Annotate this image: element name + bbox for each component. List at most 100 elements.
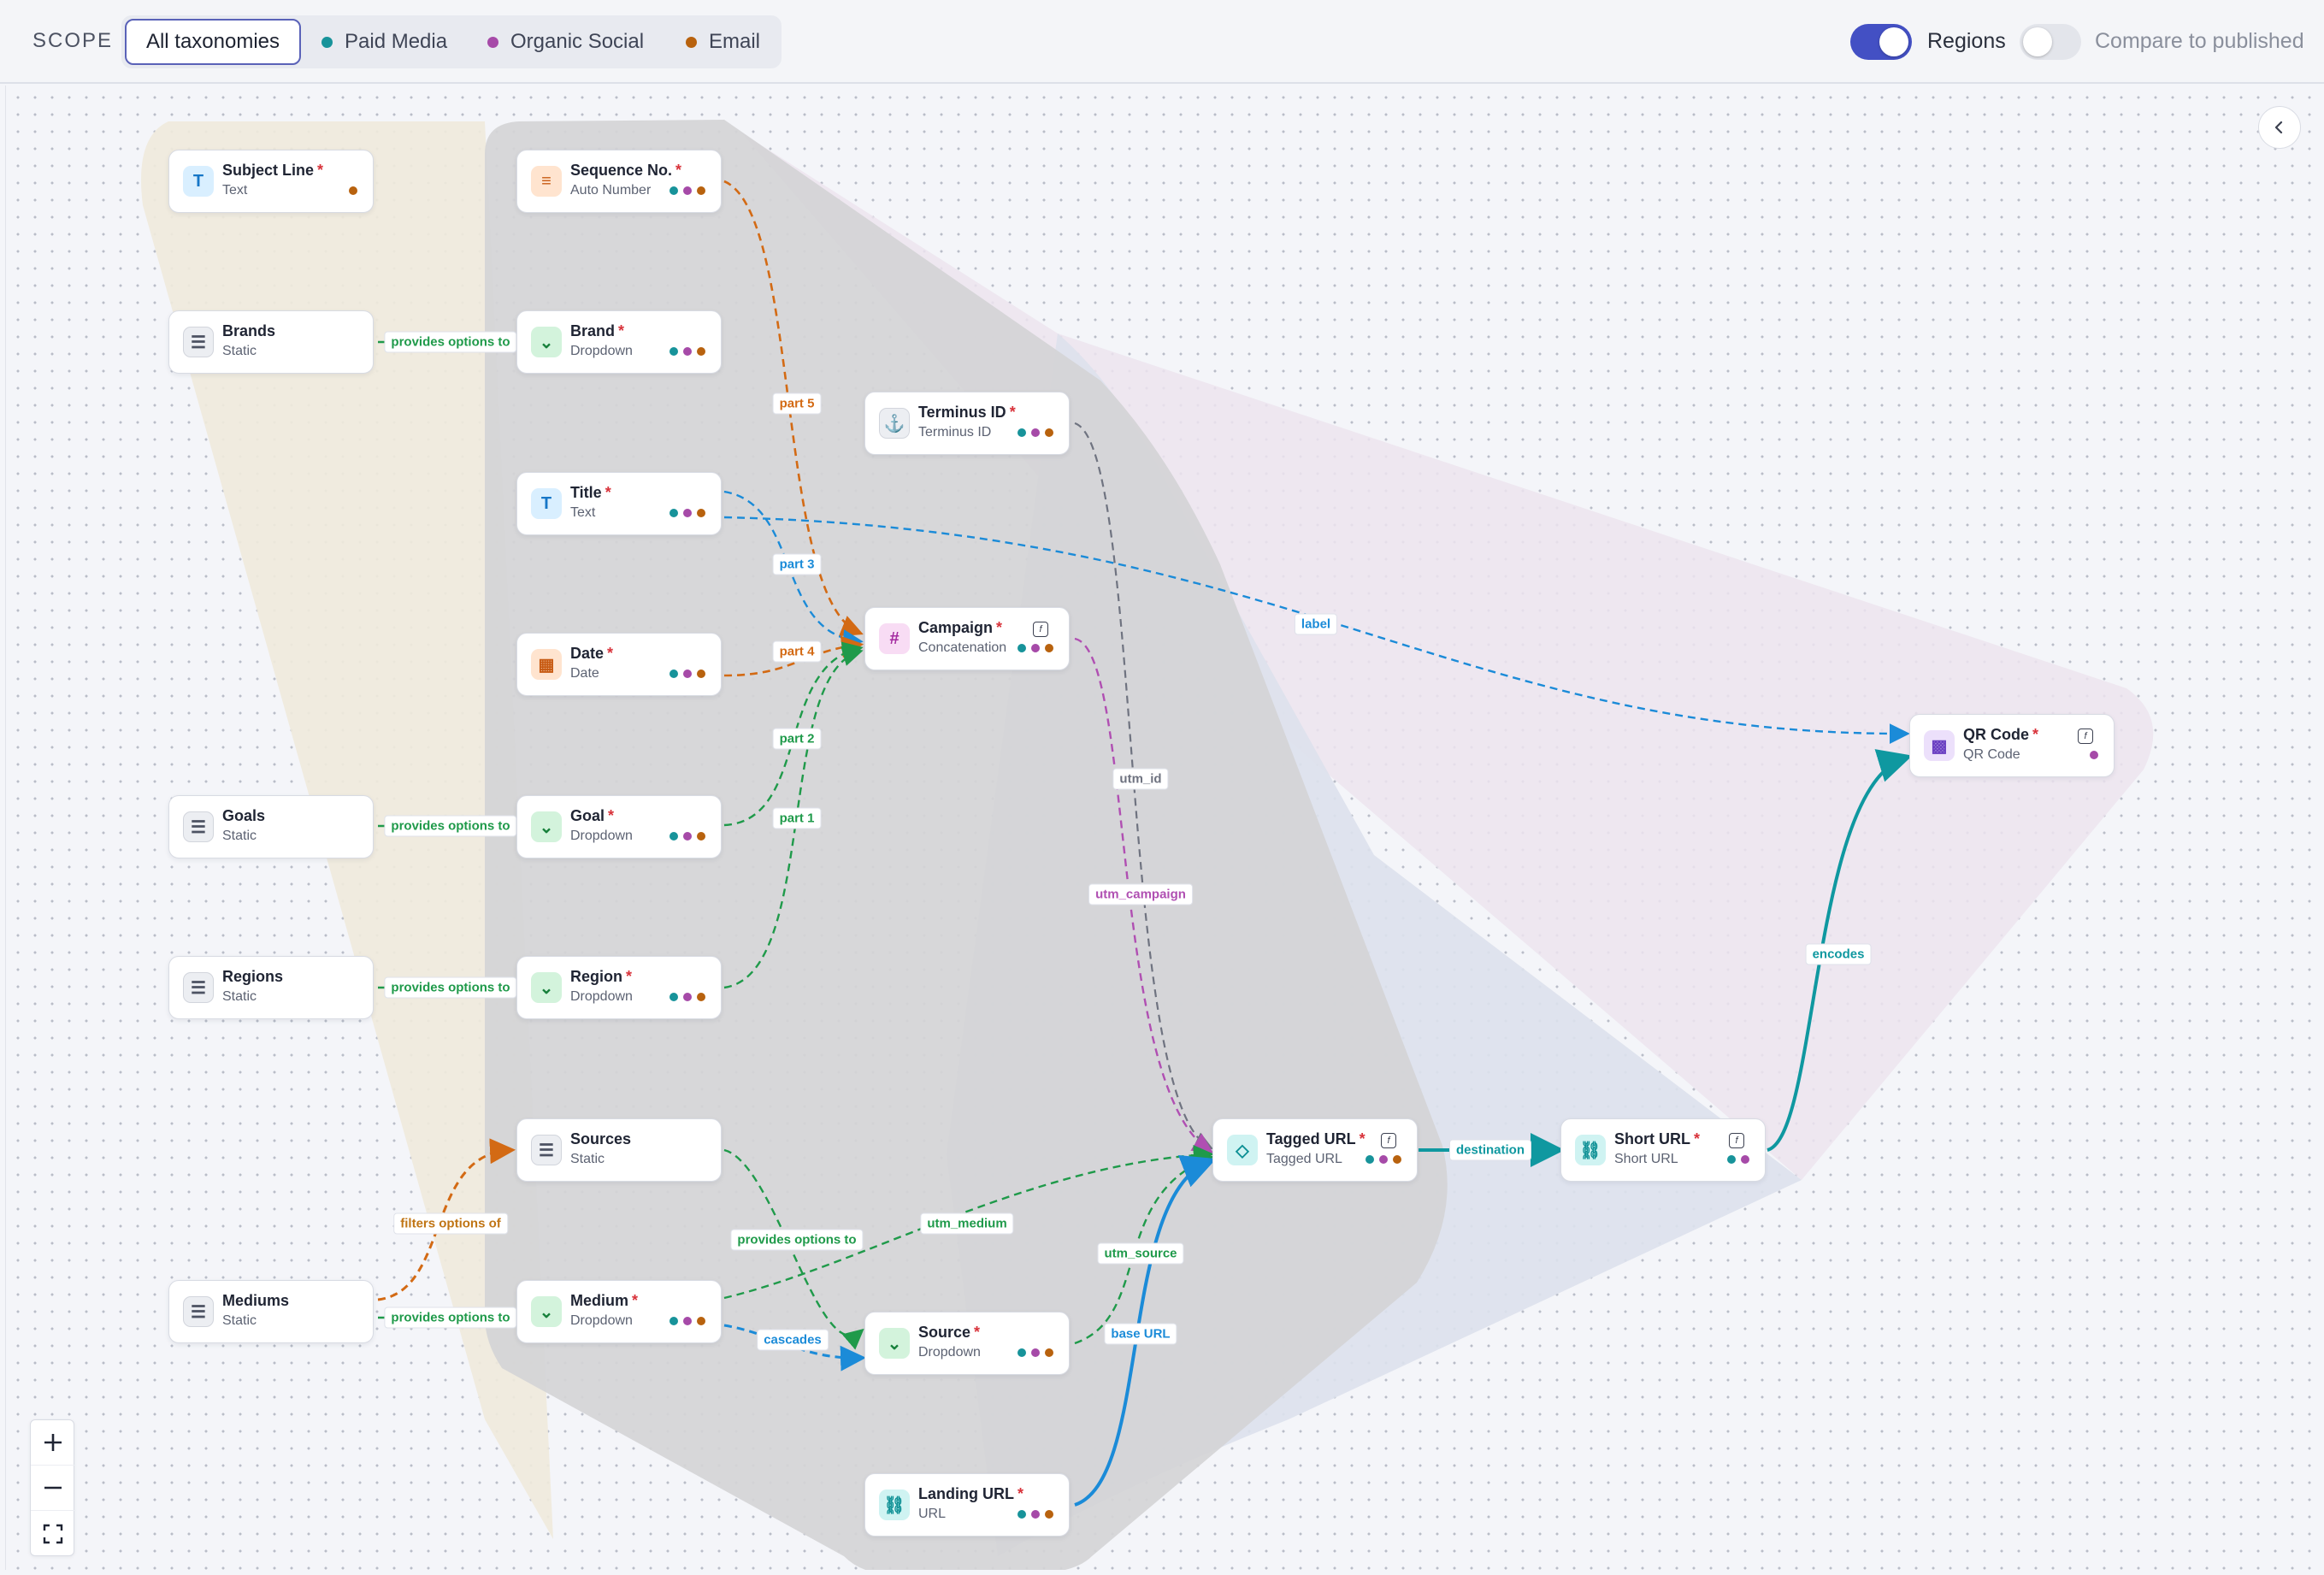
collapse-panel-button[interactable] xyxy=(2258,106,2301,149)
organic-social-dot-icon xyxy=(683,670,692,678)
node-qr-code[interactable]: ▩ QR Code * QR Code f xyxy=(1909,714,2115,777)
scope-label: SCOPE xyxy=(32,29,114,52)
node-type: Dropdown xyxy=(570,344,633,358)
paid-media-dot-icon xyxy=(669,186,678,195)
node-medium[interactable]: ⌄ Medium * Dropdown xyxy=(516,1280,722,1343)
node-type: Tagged URL xyxy=(1266,1152,1342,1166)
node-title: Medium xyxy=(570,1292,629,1309)
scope-toolbar: SCOPE All taxonomies Paid Media Organic … xyxy=(0,0,2324,84)
link-icon: ⛓ xyxy=(1575,1135,1606,1165)
chip-email[interactable]: Email xyxy=(686,19,760,65)
email-dot-icon xyxy=(697,832,705,841)
paid-media-dot-icon xyxy=(669,1317,678,1325)
paid-media-dot-icon xyxy=(669,347,678,356)
node-title: Terminus ID xyxy=(918,404,1006,421)
zoom-in-button[interactable] xyxy=(31,1420,75,1466)
compare-to-published-toggle[interactable] xyxy=(2020,24,2081,60)
chip-all-taxonomies[interactable]: All taxonomies xyxy=(125,19,301,65)
node-type: Dropdown xyxy=(570,829,633,843)
organic-social-dot-icon xyxy=(1031,644,1040,652)
required-marker: * xyxy=(1009,404,1016,421)
regions-toggle[interactable] xyxy=(1850,24,1912,60)
required-marker: * xyxy=(626,968,633,985)
node-title: Tagged URL xyxy=(1266,1130,1356,1147)
edge-label-part5: part 5 xyxy=(772,392,822,415)
organic-social-dot-icon xyxy=(487,36,498,48)
node-title[interactable]: T Title * Text xyxy=(516,472,722,535)
node-title: Region xyxy=(570,968,622,985)
edge-label-provides-options: provides options to xyxy=(384,331,517,353)
node-terminus-id[interactable]: ⚓ Terminus ID * Terminus ID xyxy=(864,392,1070,455)
organic-social-dot-icon xyxy=(683,509,692,517)
taxonomy-dots xyxy=(1017,644,1053,652)
node-title: Brand xyxy=(570,322,616,339)
taxonomy-dots xyxy=(669,993,705,1001)
toggle-knob xyxy=(1879,27,1908,56)
toggle-knob xyxy=(2023,27,2052,56)
taxonomy-dots xyxy=(1017,1510,1053,1519)
node-type: Date xyxy=(570,666,599,681)
plus-icon xyxy=(44,1434,62,1451)
edge-label-base-url: base URL xyxy=(1104,1323,1177,1345)
node-title: Subject Line xyxy=(222,162,315,179)
chevron-down-icon: ⌄ xyxy=(879,1328,910,1359)
taxonomy-dots xyxy=(669,832,705,841)
node-type: Static xyxy=(222,1313,257,1328)
node-sequence-no[interactable]: ≡ Sequence No. * Auto Number xyxy=(516,150,722,213)
fit-view-icon xyxy=(43,1524,63,1543)
zoom-controls xyxy=(30,1419,75,1556)
node-brand[interactable]: ⌄ Brand * Dropdown xyxy=(516,310,722,374)
node-subject-line[interactable]: T Subject Line * Text xyxy=(168,150,374,213)
paid-media-dot-icon xyxy=(669,509,678,517)
node-goal[interactable]: ⌄ Goal * Dropdown xyxy=(516,795,722,858)
edge-label-part4: part 4 xyxy=(772,640,822,663)
node-mediums[interactable]: ☰ Mediums Static xyxy=(168,1280,374,1343)
required-marker: * xyxy=(996,619,1003,636)
edge-label-utm-medium: utm_medium xyxy=(920,1212,1014,1235)
zoom-out-button[interactable] xyxy=(31,1466,75,1511)
node-regions[interactable]: ☰ Regions Static xyxy=(168,956,374,1019)
graph-canvas[interactable]: provides options to provides options to … xyxy=(5,86,2314,1570)
minus-icon xyxy=(44,1486,62,1489)
node-type: Text xyxy=(222,183,248,198)
edge-label-provides-options: provides options to xyxy=(730,1229,864,1251)
node-brands[interactable]: ☰ Brands Static xyxy=(168,310,374,374)
formula-icon: f xyxy=(1729,1133,1744,1148)
email-dot-icon xyxy=(349,186,357,195)
organic-social-dot-icon xyxy=(683,186,692,195)
chip-organic-social[interactable]: Organic Social xyxy=(487,19,644,65)
node-type: Static xyxy=(222,344,257,358)
email-dot-icon xyxy=(697,670,705,678)
node-date[interactable]: ▦ Date * Date xyxy=(516,633,722,696)
node-type: Text xyxy=(570,505,596,520)
node-title: Short URL xyxy=(1614,1130,1690,1147)
chevron-down-icon: ⌄ xyxy=(531,1296,562,1327)
node-type: Dropdown xyxy=(570,989,633,1004)
taxonomy-dots xyxy=(669,347,705,356)
node-region[interactable]: ⌄ Region * Dropdown xyxy=(516,956,722,1019)
edge-label-provides-options: provides options to xyxy=(384,815,517,837)
fit-view-button[interactable] xyxy=(31,1511,75,1556)
node-title: Sequence No. xyxy=(570,162,673,179)
chip-paid-media[interactable]: Paid Media xyxy=(321,19,447,65)
chevron-down-icon: ⌄ xyxy=(531,811,562,842)
node-sources[interactable]: ☰ Sources Static xyxy=(516,1118,722,1182)
chevron-left-icon xyxy=(2274,121,2283,134)
node-type: Auto Number xyxy=(570,183,652,198)
node-title: Source xyxy=(918,1324,971,1341)
required-marker: * xyxy=(974,1324,981,1341)
edge-label-part1: part 1 xyxy=(772,807,822,829)
node-title: Title xyxy=(570,484,602,501)
edge-label-utm-source: utm_source xyxy=(1097,1242,1184,1265)
node-goals[interactable]: ☰ Goals Static xyxy=(168,795,374,858)
regions-toggle-label: Regions xyxy=(1927,29,2006,53)
node-landing-url[interactable]: ⛓ Landing URL * URL xyxy=(864,1473,1070,1537)
node-title: Sources xyxy=(570,1130,632,1147)
node-short-url[interactable]: ⛓ Short URL * Short URL f xyxy=(1560,1118,1766,1182)
node-campaign[interactable]: # Campaign * Concatenation f xyxy=(864,607,1070,670)
node-source[interactable]: ⌄ Source * Dropdown xyxy=(864,1312,1070,1375)
paid-media-dot-icon xyxy=(1365,1155,1374,1164)
node-tagged-url[interactable]: ◇ Tagged URL * Tagged URL f xyxy=(1212,1118,1418,1182)
taxonomy-dots xyxy=(669,509,705,517)
taxonomy-dots xyxy=(669,186,705,195)
